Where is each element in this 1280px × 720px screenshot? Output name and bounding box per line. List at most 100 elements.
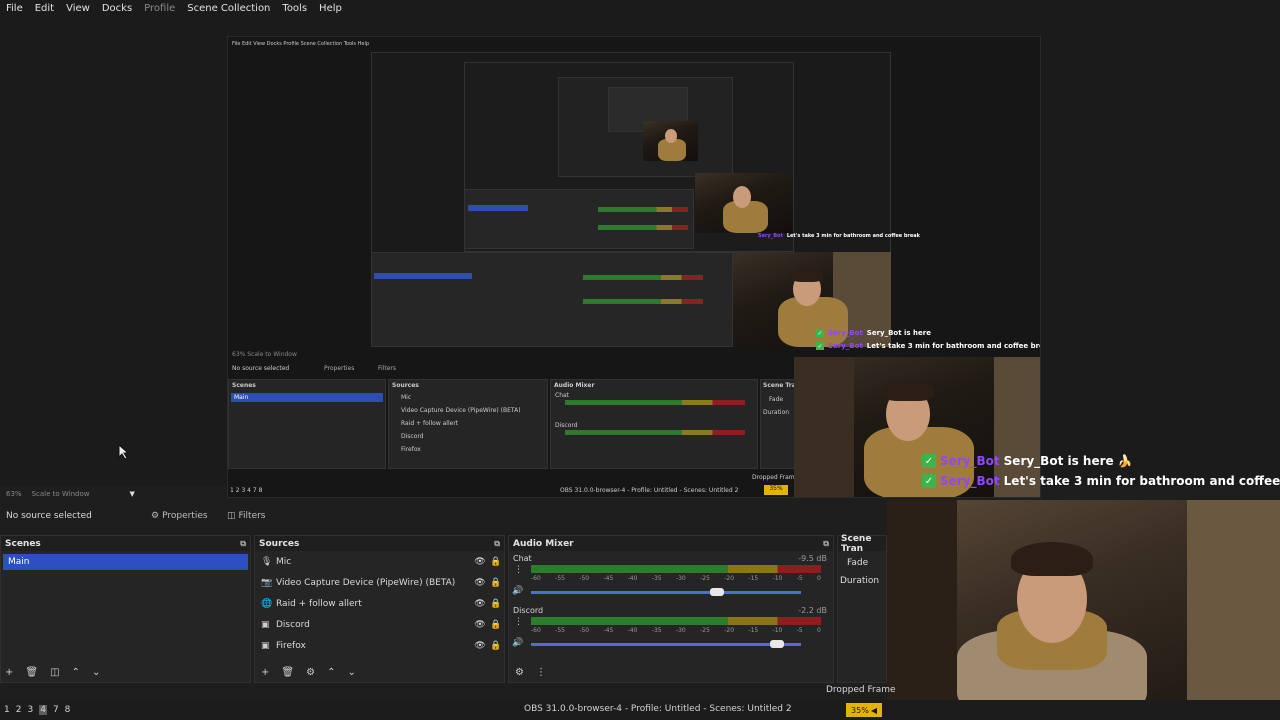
- undock-icon[interactable]: ⧉: [240, 539, 246, 549]
- eye-icon[interactable]: 👁: [472, 620, 488, 630]
- source-label: Firefox: [276, 640, 306, 651]
- volume-slider-knob[interactable]: [710, 588, 725, 596]
- volume-slider[interactable]: [531, 591, 801, 594]
- add-icon[interactable]: +: [261, 667, 269, 678]
- scene-number[interactable]: 7: [53, 705, 59, 715]
- volume-meter: [531, 617, 821, 625]
- sources-dock-title: Sources ⧉: [255, 536, 504, 551]
- tick-label: -15: [748, 575, 759, 582]
- gear-icon: ⚙: [151, 511, 160, 521]
- nested-zoom: 63% Scale to Window: [232, 351, 297, 358]
- volume-slider[interactable]: [531, 643, 801, 646]
- more-options-icon[interactable]: ⋮: [514, 565, 523, 575]
- menu-tools[interactable]: Tools: [276, 3, 313, 14]
- tick-label: -15: [748, 627, 759, 634]
- menu-file[interactable]: File: [0, 3, 29, 14]
- source-item-video-capture[interactable]: 📷 Video Capture Device (PipeWire) (BETA)…: [255, 572, 504, 593]
- eye-icon[interactable]: 👁: [472, 641, 488, 651]
- more-options-icon[interactable]: ⋮: [536, 667, 546, 678]
- scene-transitions-dock: Scene Tran Fade Duration: [837, 534, 887, 683]
- tick-label: -10: [772, 575, 783, 582]
- preview-canvas[interactable]: File Edit View Docks Profile Scene Colle…: [227, 36, 1041, 498]
- scene-item-main[interactable]: Main: [3, 554, 248, 570]
- source-item-firefox[interactable]: ▣ Firefox 👁 🔒: [255, 635, 504, 656]
- context-bar: No source selected ⚙ Properties ◫ Filter…: [0, 505, 880, 527]
- tick-label: -35: [651, 575, 662, 582]
- speaker-icon[interactable]: 🔊: [512, 586, 523, 596]
- cpu-badge: 35% ◀: [846, 703, 882, 717]
- tick-label: -20: [724, 575, 735, 582]
- nested-scene-main: Main: [234, 394, 249, 401]
- nested-source-4: Firefox: [401, 446, 421, 453]
- tick-label: 0: [817, 627, 821, 634]
- undock-icon[interactable]: ⧉: [494, 539, 500, 549]
- scene-number[interactable]: 8: [65, 705, 71, 715]
- source-item-discord[interactable]: ▣ Discord 👁 🔒: [255, 614, 504, 635]
- menu-help[interactable]: Help: [313, 3, 348, 14]
- lock-icon[interactable]: 🔒: [488, 557, 504, 567]
- add-icon[interactable]: +: [5, 667, 13, 678]
- tick-label: -10: [772, 627, 783, 634]
- nested-filters: Filters: [378, 365, 396, 372]
- zoom-mode[interactable]: Scale to Window: [32, 490, 90, 498]
- webcam-feed: [887, 500, 1280, 720]
- move-up-icon[interactable]: ⌃: [327, 667, 335, 678]
- sources-toolbar: + 🗑 ⚙ ⌃ ⌄: [261, 667, 356, 678]
- menu-view[interactable]: View: [60, 3, 96, 14]
- undock-icon[interactable]: ⧉: [823, 539, 829, 549]
- scene-number[interactable]: 3: [27, 705, 33, 715]
- trash-icon[interactable]: 🗑: [281, 667, 294, 678]
- tick-label: -40: [627, 627, 638, 634]
- menu-profile[interactable]: Profile: [138, 3, 181, 14]
- move-up-icon[interactable]: ⌃: [72, 667, 80, 678]
- scene-number[interactable]: 2: [16, 705, 22, 715]
- tick-label: -30: [675, 627, 686, 634]
- nested-chat-2b: ✓ Sery_Bot Let's take 3 min for bathroom a…: [816, 342, 1041, 350]
- speaker-icon[interactable]: 🔊: [512, 638, 523, 648]
- nested-webcam-4: [643, 121, 698, 161]
- chat-line-1: ✓ Sery_Bot Sery_Bot is here 🍌: [922, 454, 1133, 468]
- lock-icon[interactable]: 🔒: [488, 641, 504, 651]
- scene-number[interactable]: 1: [4, 705, 10, 715]
- filters-button[interactable]: ◫ Filters: [227, 511, 266, 521]
- volume-slider-knob[interactable]: [769, 640, 784, 648]
- nested-scene-bar-2: [374, 273, 472, 279]
- scene-number-selected[interactable]: 4: [39, 705, 47, 715]
- move-down-icon[interactable]: ⌄: [347, 667, 355, 678]
- source-item-mic[interactable]: 🎙 Mic 👁 🔒: [255, 551, 504, 572]
- menu-docks[interactable]: Docks: [96, 3, 138, 14]
- filter-icon[interactable]: ◫: [50, 667, 59, 678]
- lock-icon[interactable]: 🔒: [488, 578, 504, 588]
- more-options-icon[interactable]: ⋮: [514, 617, 523, 627]
- mixer-title: Audio Mixer: [513, 538, 574, 549]
- source-item-raid[interactable]: 🌐 Raid + follow allert 👁 🔒: [255, 593, 504, 614]
- gear-icon[interactable]: ⚙: [515, 667, 524, 678]
- preview-area[interactable]: File Edit View Docks Profile Scene Colle…: [0, 16, 1280, 498]
- nested-webcam-3: [695, 173, 793, 233]
- channel-name: Discord: [513, 606, 544, 615]
- speaker-icon: ◀: [870, 705, 877, 715]
- eye-icon[interactable]: 👁: [472, 557, 488, 567]
- source-label: Discord: [276, 619, 310, 630]
- nested-chat-3: Sery_Bot Let's take 3 min for bathroom an…: [758, 233, 920, 239]
- move-down-icon[interactable]: ⌄: [92, 667, 100, 678]
- mouse-cursor-icon: [118, 444, 130, 460]
- eye-icon[interactable]: 👁: [472, 599, 488, 609]
- eye-icon[interactable]: 👁: [472, 578, 488, 588]
- dropped-frames: Dropped Frame: [826, 685, 896, 695]
- menu-edit[interactable]: Edit: [29, 3, 60, 14]
- tick-label: -35: [651, 627, 662, 634]
- properties-button[interactable]: ⚙ Properties: [151, 511, 227, 521]
- chevron-down-icon[interactable]: ▼: [129, 490, 134, 498]
- globe-icon: 🌐: [261, 598, 273, 609]
- trash-icon[interactable]: 🗑: [25, 667, 38, 678]
- lock-icon[interactable]: 🔒: [488, 620, 504, 630]
- transition-type[interactable]: Fade: [838, 551, 886, 568]
- gear-icon[interactable]: ⚙: [306, 667, 315, 678]
- tick-label: -20: [724, 627, 735, 634]
- nested-source-2: Raid + follow allert: [401, 420, 459, 427]
- volume-meter: [531, 565, 821, 573]
- menu-scene-collection[interactable]: Scene Collection: [181, 3, 276, 14]
- chat-user: Sery_Bot: [940, 454, 1000, 468]
- lock-icon[interactable]: 🔒: [488, 599, 504, 609]
